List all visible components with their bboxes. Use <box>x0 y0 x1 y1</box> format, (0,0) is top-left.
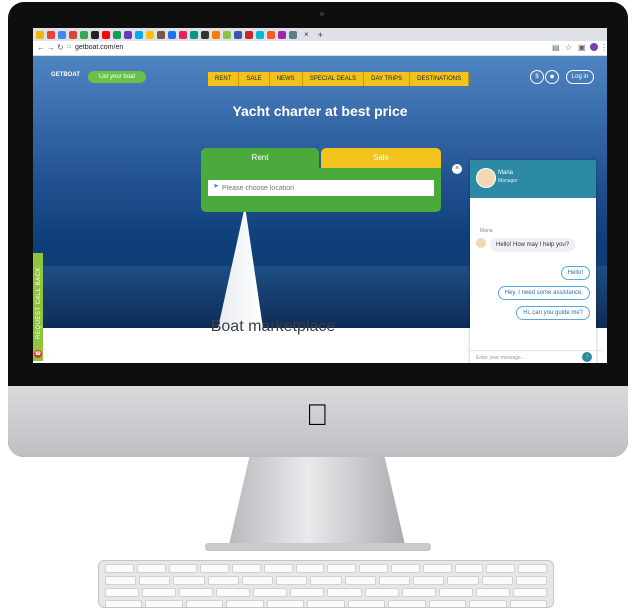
tab-favicon-icon[interactable] <box>80 30 88 39</box>
tab-favicon-icon[interactable] <box>102 30 110 39</box>
forward-arrow-icon[interactable]: → <box>47 43 55 52</box>
camera-icon <box>320 12 324 16</box>
section-title: Boat marketplace <box>210 318 336 335</box>
tab-favicon-icon[interactable] <box>256 30 264 39</box>
screen: × + ← → ↻ ⌂ getboat.com/en ▤ ☆ ▣ ⋮ GETBO… <box>33 28 607 363</box>
tab-favicon-icon[interactable] <box>278 30 286 39</box>
nav-item-news[interactable]: NEWS <box>269 72 303 86</box>
nav-item-day-trips[interactable]: DAY TRIPS <box>364 72 411 86</box>
tab-favicon-icon[interactable] <box>58 30 66 39</box>
agent-name: Maria <box>498 170 514 176</box>
tab-favicon-icon[interactable] <box>201 30 209 39</box>
main-nav: RENT SALE NEWS SPECIAL DEALS DAY TRIPS D… <box>208 72 470 86</box>
message-outgoing: Hello! <box>560 266 590 280</box>
keyboard <box>98 560 554 608</box>
tab-favicon-icon[interactable] <box>157 30 165 39</box>
imac-stand <box>228 457 406 549</box>
tab-favicon-icon[interactable] <box>69 30 77 39</box>
browser-tab-bar[interactable]: × + <box>33 28 607 41</box>
tab-rent[interactable]: Rent <box>201 148 319 168</box>
currency-button[interactable]: $ <box>530 70 544 84</box>
agent-avatar-small <box>476 238 486 248</box>
request-callback-label[interactable]: REQUEST CALL BACK <box>36 249 42 357</box>
send-arrow-icon[interactable]: ↑ <box>582 352 592 362</box>
message-sender-label: Maria <box>480 228 493 234</box>
tab-favicon-icon[interactable] <box>289 30 297 39</box>
tab-favicon-icon[interactable] <box>124 30 132 39</box>
url-field[interactable]: getboat.com/en <box>75 44 123 51</box>
reload-icon[interactable]: ↻ <box>57 43 64 52</box>
star-icon[interactable]: ☆ <box>565 43 572 52</box>
search-box: Rent Sale ➤ <box>201 148 441 212</box>
location-arrow-icon: ➤ <box>213 183 219 190</box>
list-your-boat-button[interactable]: List your boat <box>88 71 146 83</box>
imac-stand-base <box>205 543 431 551</box>
agent-role: Manager <box>498 178 518 184</box>
profile-avatar[interactable] <box>590 43 598 51</box>
chat-widget: Maria Manager Maria Hello! How may I hel… <box>470 160 602 363</box>
agent-avatar <box>476 168 496 188</box>
tab-sale[interactable]: Sale <box>321 148 441 168</box>
phone-icon[interactable]: ☎ <box>34 350 42 358</box>
back-arrow-icon[interactable]: ← <box>37 43 45 52</box>
tab-favicon-icon[interactable] <box>267 30 275 39</box>
message-incoming: Hello! How may I help you? <box>490 238 576 252</box>
chat-close-icon[interactable]: × <box>452 164 462 174</box>
nav-item-special-deals[interactable]: SPECIAL DEALS <box>302 72 365 86</box>
tab-favicon-icon[interactable] <box>91 30 99 39</box>
nav-item-rent[interactable]: RENT <box>208 72 240 86</box>
tab-favicon-icon[interactable] <box>223 30 231 39</box>
extension-icon[interactable]: ▣ <box>578 43 586 52</box>
tab-favicon-icon[interactable] <box>47 30 55 39</box>
tab-favicon-icon[interactable] <box>245 30 253 39</box>
tab-favicon-icon[interactable] <box>168 30 176 39</box>
tab-favicon-icon[interactable] <box>190 30 198 39</box>
home-icon[interactable]: ⌂ <box>67 43 71 50</box>
login-button[interactable]: Log in <box>566 70 594 84</box>
new-tab-icon[interactable]: + <box>318 30 323 40</box>
tab-favicon-icon[interactable] <box>135 30 143 39</box>
tab-favicon-icon[interactable] <box>212 30 220 39</box>
hero-headline: Yacht charter at best price <box>232 103 408 119</box>
tab-close-icon[interactable]: × <box>304 30 309 39</box>
nav-item-sale[interactable]: SALE <box>239 72 270 86</box>
site-logo[interactable]: GETBOAT <box>51 72 80 78</box>
tab-favicon-icon[interactable] <box>179 30 187 39</box>
tab-favicon-icon[interactable] <box>234 30 242 39</box>
language-button[interactable]: ◆ <box>545 70 559 84</box>
message-outgoing: Hi, can you guide me? <box>516 306 590 320</box>
apple-logo-icon:  <box>306 400 329 432</box>
nav-item-destinations[interactable]: DESTINATIONS <box>410 72 470 86</box>
chat-header: Maria Manager <box>470 160 596 198</box>
message-outgoing: Hey, I need some assistance. <box>497 286 590 300</box>
tab-favicon-icon[interactable] <box>113 30 121 39</box>
menu-kebab-icon[interactable]: ⋮ <box>600 43 607 52</box>
location-input[interactable] <box>208 180 434 196</box>
tab-favicon-icon[interactable] <box>146 30 154 39</box>
search-panel: ➤ <box>201 168 441 212</box>
translate-icon[interactable]: ▤ <box>552 43 560 52</box>
tab-favicon-icon[interactable] <box>36 30 44 39</box>
address-bar: ← → ↻ ⌂ getboat.com/en ▤ ☆ ▣ ⋮ <box>33 41 607 56</box>
